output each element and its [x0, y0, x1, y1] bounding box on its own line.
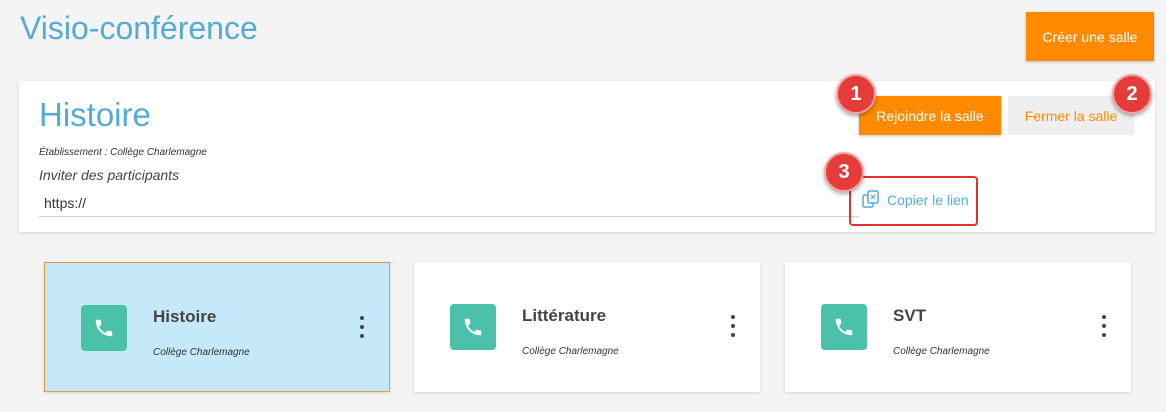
join-room-button[interactable]: Rejoindre la salle	[859, 96, 1001, 135]
card-school: Collège Charlemagne	[522, 346, 619, 357]
step-marker-2: 2	[1112, 74, 1152, 114]
invite-link-field[interactable]	[39, 189, 859, 217]
phone-icon	[821, 304, 867, 350]
room-card-histoire[interactable]: Histoire Collège Charlemagne	[44, 262, 390, 392]
create-room-button[interactable]: Créer une salle	[1026, 12, 1154, 61]
phone-icon	[81, 305, 127, 351]
invite-label: Inviter des participants	[39, 167, 180, 183]
card-school: Collège Charlemagne	[893, 346, 990, 357]
card-school: Collège Charlemagne	[153, 347, 250, 358]
copy-link-label: Copier le lien	[887, 192, 969, 208]
copy-icon	[861, 189, 881, 212]
room-panel: Histoire Établissement : Collège Charlem…	[19, 81, 1155, 232]
more-options-icon[interactable]	[1099, 315, 1109, 337]
room-school: Établissement : Collège Charlemagne	[39, 147, 207, 158]
room-card-svt[interactable]: SVT Collège Charlemagne	[785, 262, 1131, 392]
step-marker-3: 3	[824, 152, 864, 192]
step-marker-1: 1	[836, 74, 876, 114]
more-options-icon[interactable]	[728, 315, 738, 337]
card-title: SVT	[893, 306, 927, 325]
phone-icon	[450, 304, 496, 350]
copy-link-button[interactable]: Copier le lien	[861, 188, 969, 212]
room-card-litterature[interactable]: Littérature Collège Charlemagne	[414, 262, 760, 392]
card-title: Histoire	[153, 307, 217, 326]
card-title: Littérature	[522, 306, 607, 325]
page-title: Visio-conférence	[20, 10, 258, 46]
more-options-icon[interactable]	[357, 316, 367, 338]
room-title: Histoire	[39, 96, 151, 133]
